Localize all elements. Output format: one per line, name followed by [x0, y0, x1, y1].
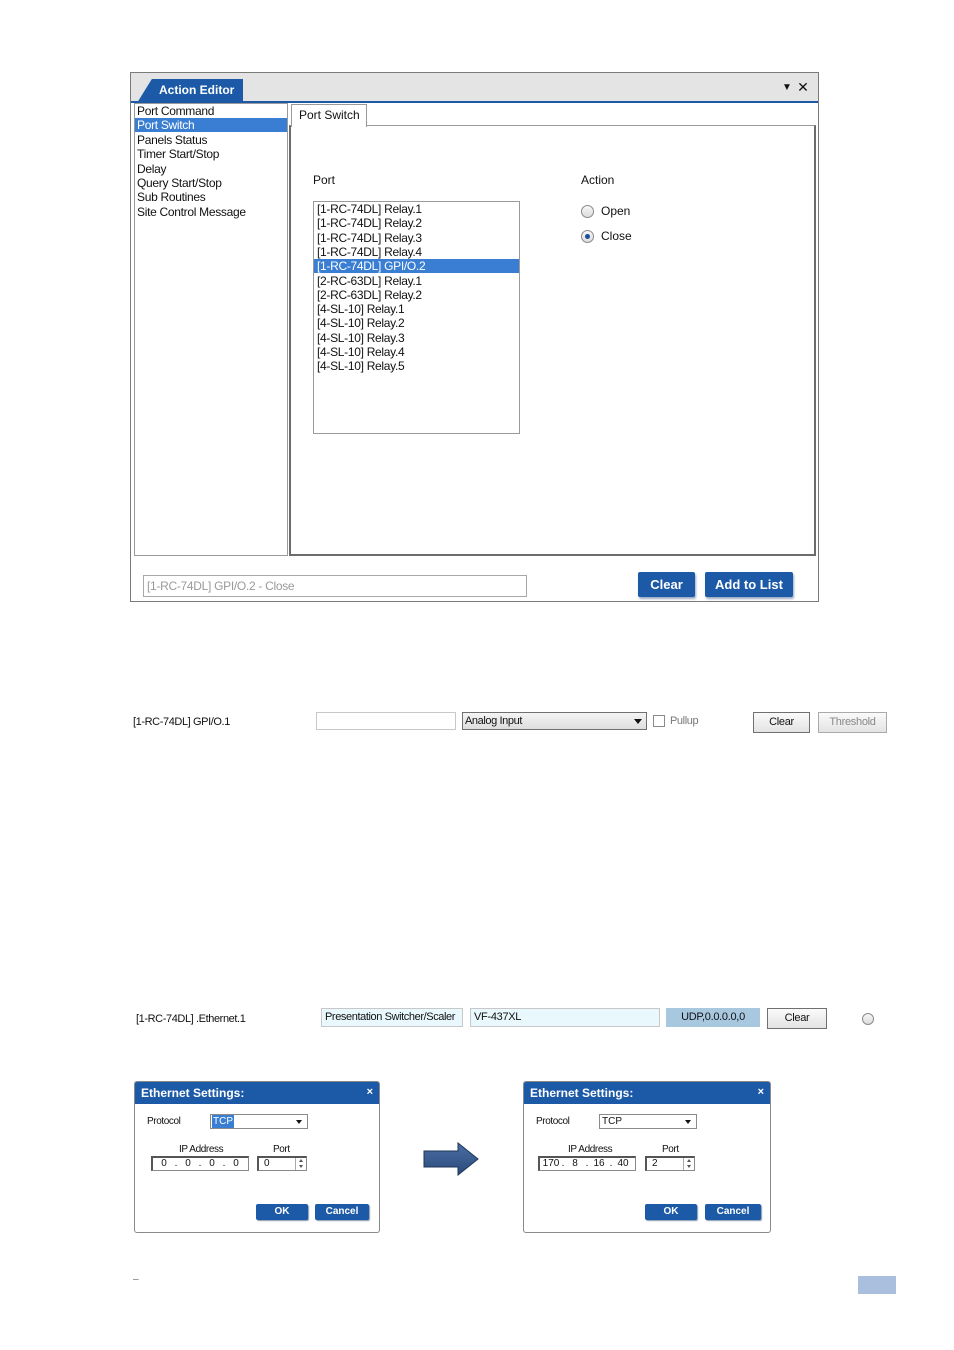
page-number-box	[858, 1276, 896, 1294]
protocol-select[interactable]: TCP	[210, 1114, 308, 1129]
protocol-value: TCP	[602, 1116, 622, 1127]
ip-address-field[interactable]: 0 . 0 . 0 . 0	[151, 1156, 249, 1171]
port-list-item[interactable]: [4-SL-10] Relay.1	[314, 302, 519, 316]
action-type-timer-start-stop[interactable]: Timer Start/Stop	[135, 147, 287, 161]
action-type-delay[interactable]: Delay	[135, 162, 287, 176]
port-list-item[interactable]: [4-SL-10] Relay.5	[314, 359, 519, 373]
title-bar: Action Editor ▼ ✕	[131, 73, 818, 103]
chevron-down-icon	[685, 1120, 691, 1124]
action-type-port-command[interactable]: Port Command	[135, 104, 287, 118]
add-to-list-button[interactable]: Add to List	[705, 572, 793, 597]
ip-octet-4: 0	[233, 1158, 239, 1169]
ip-octet-1: 170	[542, 1158, 560, 1169]
ok-button[interactable]: OK	[645, 1204, 697, 1220]
port-list-item[interactable]: [4-SL-10] Relay.2	[314, 316, 519, 330]
action-type-site-control-message[interactable]: Site Control Message	[135, 205, 287, 219]
port-list-item[interactable]: [2-RC-63DL] Relay.2	[314, 288, 519, 302]
gpio-clear-button[interactable]: Clear	[753, 712, 810, 733]
ip-address-label: IP Address	[179, 1144, 224, 1155]
port-list-item[interactable]: [4-SL-10] Relay.4	[314, 345, 519, 359]
port-list-item-selected[interactable]: [1-RC-74DL] GPI/O.2	[314, 259, 519, 274]
open-radio[interactable]	[581, 205, 594, 218]
tab-port-switch[interactable]: Port Switch	[291, 104, 367, 127]
port-stepper[interactable]: 2	[645, 1156, 695, 1171]
ip-address-label: IP Address	[568, 1144, 613, 1155]
pullup-checkbox[interactable]	[653, 715, 665, 727]
gpio-mode-value: Analog Input	[465, 715, 522, 727]
ok-button[interactable]: OK	[256, 1204, 308, 1220]
ip-octet-2: 0	[185, 1158, 191, 1169]
port-list-item[interactable]: [1-RC-74DL] Relay.3	[314, 231, 519, 245]
port-value: 0	[264, 1158, 270, 1169]
threshold-button[interactable]: Threshold	[818, 712, 887, 733]
ethernet-settings-dialog-before: Ethernet Settings: × Protocol TCP IP Add…	[134, 1081, 380, 1233]
clear-button[interactable]: Clear	[638, 572, 695, 597]
gpio-value-field[interactable]	[316, 712, 456, 730]
action-type-list: Port Command Port Switch Panels Status T…	[134, 103, 288, 556]
ip-octet-3: 0	[209, 1158, 215, 1169]
close-radio[interactable]	[581, 230, 594, 243]
port-value: 2	[652, 1158, 658, 1169]
port-list-item[interactable]: [4-SL-10] Relay.3	[314, 331, 519, 345]
chevron-down-icon	[634, 719, 642, 724]
action-type-port-switch[interactable]: Port Switch	[135, 118, 287, 133]
stepper-arrows-icon[interactable]	[683, 1158, 694, 1170]
gpio-port-name: [1-RC-74DL] GPI/O.1	[133, 716, 230, 728]
device-type-field[interactable]: Presentation Switcher/Scaler	[321, 1008, 463, 1027]
action-type-query-start-stop[interactable]: Query Start/Stop	[135, 176, 287, 190]
action-label: Action	[581, 173, 615, 187]
chevron-down-icon	[296, 1120, 302, 1124]
ip-address-field[interactable]: 170 . 8 . 16 . 40	[538, 1156, 636, 1171]
ethernet-row-radio[interactable]	[862, 1013, 874, 1025]
ip-octet-2: 8	[572, 1158, 578, 1169]
tab-content: Port Action [1-RC-74DL] Relay.1 [1-RC-74…	[289, 125, 816, 556]
protocol-select[interactable]: TCP	[599, 1114, 697, 1129]
ethernet-port-name: [1-RC-74DL] .Ethernet.1	[136, 1013, 246, 1025]
ip-octet-4: 40	[617, 1158, 629, 1169]
dialog-body: Protocol TCP IP Address Port 170 . 8 . 1…	[526, 1104, 766, 1231]
close-icon[interactable]: ×	[758, 1086, 764, 1098]
dialog-title: Ethernet Settings:	[135, 1082, 379, 1104]
port-list[interactable]: [1-RC-74DL] Relay.1 [1-RC-74DL] Relay.2 …	[313, 201, 520, 434]
close-icon[interactable]: ✕	[795, 79, 811, 95]
protocol-label: Protocol	[536, 1116, 570, 1127]
dialog-body: Protocol TCP IP Address Port 0 . 0 . 0 .…	[137, 1104, 377, 1231]
port-list-item[interactable]: [2-RC-63DL] Relay.1	[314, 274, 519, 288]
port-stepper[interactable]: 0	[257, 1156, 307, 1171]
port-list-item[interactable]: [1-RC-74DL] Relay.4	[314, 245, 519, 259]
cancel-button[interactable]: Cancel	[705, 1204, 761, 1220]
device-model-field[interactable]: VF-437XL	[470, 1008, 660, 1027]
port-label: Port	[273, 1144, 290, 1155]
port-label: Port	[313, 173, 336, 187]
action-editor-window: Action Editor ▼ ✕ Port Command Port Swit…	[130, 72, 819, 602]
stepper-arrows-icon[interactable]	[295, 1158, 306, 1170]
cancel-button[interactable]: Cancel	[315, 1204, 369, 1220]
protocol-value: TCP	[212, 1115, 234, 1128]
port-label: Port	[662, 1144, 679, 1155]
gpio-mode-select[interactable]: Analog Input	[462, 712, 647, 730]
close-icon[interactable]: ×	[367, 1086, 373, 1098]
protocol-label: Protocol	[147, 1116, 181, 1127]
open-radio-label: Open	[601, 204, 631, 218]
connection-settings-button[interactable]: UDP,0.0.0.0,0	[666, 1008, 760, 1027]
action-panel: Port Switch Port Action [1-RC-74DL] Rela…	[289, 103, 816, 557]
window-title: Action Editor	[137, 79, 243, 103]
ip-octet-1: 0	[161, 1158, 167, 1169]
port-list-item[interactable]: [1-RC-74DL] Relay.2	[314, 216, 519, 230]
ethernet-settings-dialog-after: Ethernet Settings: × Protocol TCP IP Add…	[523, 1081, 771, 1233]
action-type-panels-status[interactable]: Panels Status	[135, 133, 287, 147]
right-arrow-icon	[423, 1142, 479, 1176]
dialog-title: Ethernet Settings:	[524, 1082, 770, 1104]
port-list-item[interactable]: [1-RC-74DL] Relay.1	[314, 202, 519, 216]
action-summary-field[interactable]: [1-RC-74DL] GPI/O.2 - Close	[143, 575, 527, 597]
ethernet-clear-button[interactable]: Clear	[767, 1008, 827, 1029]
action-type-sub-routines[interactable]: Sub Routines	[135, 190, 287, 204]
close-radio-label: Close	[601, 229, 632, 243]
pullup-label: Pullup	[670, 715, 699, 727]
ip-octet-3: 16	[593, 1158, 605, 1169]
footer-dash: –	[133, 1274, 139, 1285]
dropdown-arrow-icon[interactable]: ▼	[780, 81, 794, 95]
